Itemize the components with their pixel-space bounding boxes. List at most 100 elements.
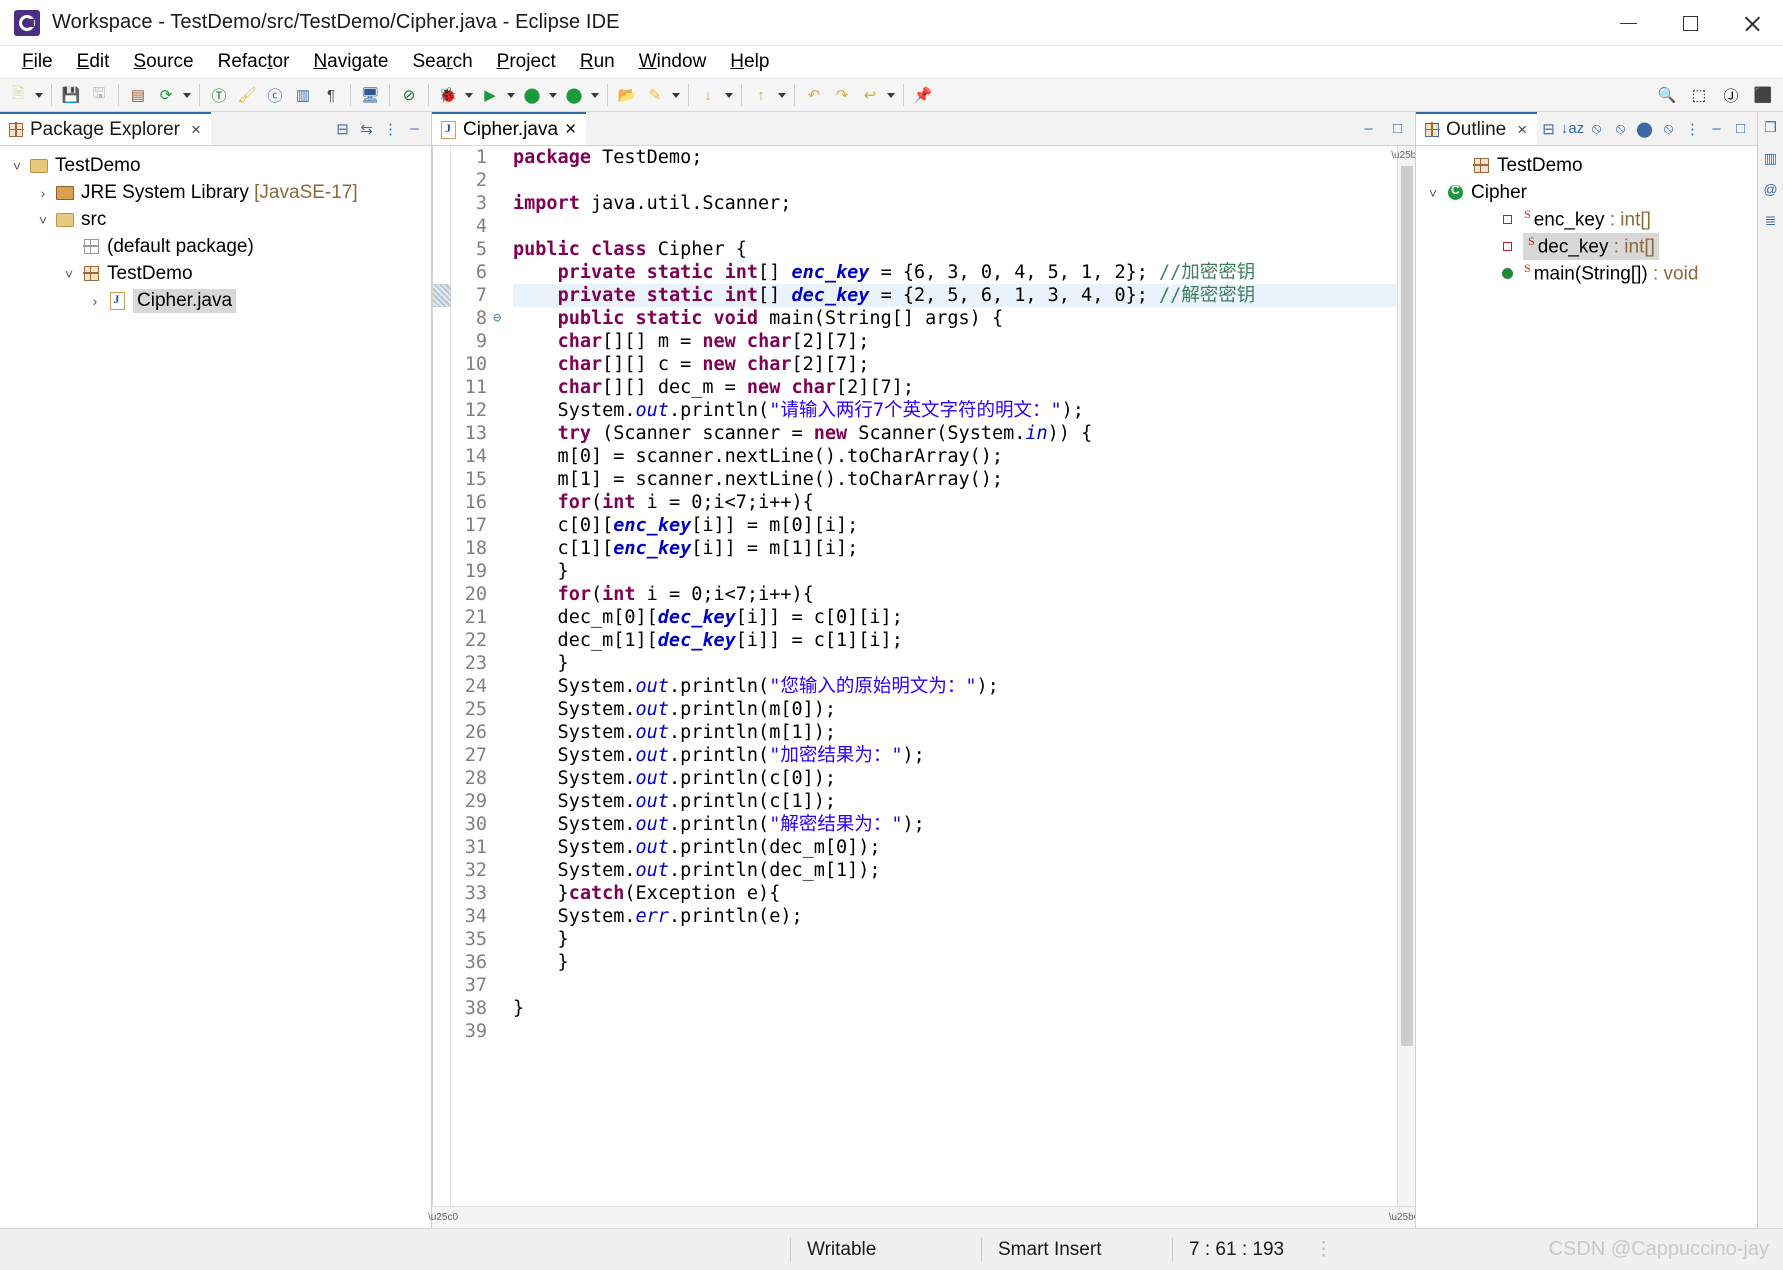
chevron-down-icon[interactable] xyxy=(775,82,789,108)
chevron-down-icon[interactable]: ˅ xyxy=(58,266,80,282)
menu-project[interactable]: Project xyxy=(485,49,568,75)
chevron-down-icon[interactable] xyxy=(588,82,602,108)
close-icon[interactable]: × xyxy=(565,119,576,141)
folding-column[interactable]: ⊖ xyxy=(493,146,509,1206)
menu-source[interactable]: Source xyxy=(121,49,205,75)
build-button[interactable]: ▤ xyxy=(125,82,151,108)
scroll-right-icon[interactable]: \u25b6 xyxy=(1393,1207,1415,1229)
open-console-button[interactable]: 🖥 xyxy=(357,82,383,108)
run-coverage-button[interactable]: ⬤ xyxy=(519,82,545,108)
package-explorer-tree[interactable]: ˅TestDemo›JRE System Library [JavaSE-17]… xyxy=(0,146,431,1228)
scroll-up-icon[interactable]: \u25b2 xyxy=(1398,146,1416,164)
tree-item-jre-system-library[interactable]: ›JRE System Library [JavaSE-17] xyxy=(0,179,431,206)
sort-icon[interactable]: ↓aᴢ xyxy=(1563,119,1582,138)
tab-package-explorer[interactable]: Package Explorer × xyxy=(0,112,211,145)
maximize-view-icon[interactable]: □ xyxy=(1731,119,1750,138)
refresh-button[interactable]: ⟳ xyxy=(153,82,179,108)
menu-window[interactable]: Window xyxy=(627,49,719,75)
minimize-view-icon[interactable]: – xyxy=(405,119,424,138)
skip-breakpoints-button[interactable]: ⊘ xyxy=(396,82,422,108)
hide-local-types-icon[interactable]: ⦸ xyxy=(1659,119,1678,138)
save-button[interactable]: 💾 xyxy=(58,82,84,108)
chevron-down-icon[interactable] xyxy=(669,82,683,108)
chevron-down-icon[interactable] xyxy=(180,82,194,108)
open-type-button[interactable]: Ⓣ xyxy=(206,82,232,108)
editor-body[interactable]: 1234567891011121314151617181920212223242… xyxy=(432,146,1415,1206)
chevron-down-icon[interactable]: ˅ xyxy=(1422,185,1444,201)
chevron-down-icon[interactable] xyxy=(462,82,476,108)
back-button[interactable]: ↶ xyxy=(801,82,827,108)
outline-tree[interactable]: TestDemo˅CipherSenc_key : int[]Sdec_key … xyxy=(1416,146,1757,1228)
close-icon[interactable]: × xyxy=(191,120,201,140)
tree-item-testdemo[interactable]: ˅TestDemo xyxy=(0,152,431,179)
edit-button[interactable]: ✎ xyxy=(642,82,668,108)
run-button[interactable]: ▶ xyxy=(477,82,503,108)
chevron-down-icon[interactable]: ˅ xyxy=(6,158,28,174)
open-perspective-button[interactable]: 📂 xyxy=(614,82,640,108)
outline-item-testdemo[interactable]: TestDemo xyxy=(1416,152,1757,179)
code-text[interactable]: package TestDemo; import java.util.Scann… xyxy=(509,146,1397,1206)
tree-item-cipher-java[interactable]: ›Cipher.java xyxy=(0,287,431,314)
view-menu-icon[interactable]: ⋮ xyxy=(381,119,400,138)
editor-horizontal-scrollbar[interactable]: \u25c0 \u25b6 xyxy=(432,1206,1415,1228)
declaration-icon[interactable]: ≣ xyxy=(1760,209,1782,231)
tree-item-default-package[interactable]: (default package) xyxy=(0,233,431,260)
hide-static-icon[interactable]: ⦸ xyxy=(1611,119,1630,138)
show-whitespace-button[interactable]: ¶ xyxy=(318,82,344,108)
next-annotation-button[interactable]: ↓ xyxy=(695,82,721,108)
chevron-down-icon[interactable] xyxy=(884,82,898,108)
pin-editor-button[interactable]: 📌 xyxy=(910,82,936,108)
save-all-button[interactable]: 🖫 xyxy=(86,82,112,108)
chevron-down-icon[interactable] xyxy=(32,82,46,108)
outline-item-enc-key[interactable]: Senc_key : int[] xyxy=(1416,206,1757,233)
new-java-package-button[interactable]: ▥ xyxy=(290,82,316,108)
chevron-right-icon[interactable]: › xyxy=(32,185,54,201)
chevron-down-icon[interactable] xyxy=(722,82,736,108)
menu-help[interactable]: Help xyxy=(718,49,781,75)
external-tools-button[interactable]: ⬤ xyxy=(561,82,587,108)
menu-search[interactable]: Search xyxy=(400,49,484,75)
close-icon[interactable]: × xyxy=(1517,120,1527,140)
marker-bar[interactable] xyxy=(433,146,451,1206)
quick-access-search-icon[interactable]: 🔍 xyxy=(1654,82,1680,108)
fold-toggle-icon[interactable]: ⊖ xyxy=(493,307,509,330)
minimize-view-icon[interactable]: – xyxy=(1707,119,1726,138)
minimize-button[interactable] xyxy=(1597,0,1659,46)
previous-annotation-button[interactable]: ↑ xyxy=(748,82,774,108)
java-perspective-icon[interactable]: Ⓙ xyxy=(1718,82,1744,108)
debug-button[interactable]: 🐞 xyxy=(435,82,461,108)
tab-outline[interactable]: Outline × xyxy=(1416,112,1537,145)
javadoc-icon[interactable]: @ xyxy=(1760,178,1782,200)
minimize-editor-icon[interactable]: – xyxy=(1359,119,1378,138)
toggle-mark-occurrences-button[interactable]: 🖌 xyxy=(234,82,260,108)
scroll-thumb[interactable] xyxy=(1401,166,1413,1046)
collapse-all-icon[interactable]: ⊟ xyxy=(333,119,352,138)
editor-vertical-scrollbar[interactable]: \u25b2 xyxy=(1397,146,1415,1206)
link-with-editor-icon[interactable]: ⇆ xyxy=(357,119,376,138)
restore-icon[interactable]: ❐ xyxy=(1760,116,1782,138)
outline-item-dec-key[interactable]: Sdec_key : int[] xyxy=(1416,233,1757,260)
last-edit-location-button[interactable]: ↩ xyxy=(857,82,883,108)
chevron-down-icon[interactable] xyxy=(504,82,518,108)
tab-cipher-java[interactable]: Cipher.java × xyxy=(432,112,586,145)
collapse-all-icon[interactable]: ⊟ xyxy=(1539,119,1558,138)
chevron-down-icon[interactable]: ˅ xyxy=(32,212,54,228)
chevron-right-icon[interactable]: › xyxy=(84,293,106,309)
close-button[interactable] xyxy=(1721,0,1783,46)
open-perspective-icon[interactable]: ⬚ xyxy=(1686,82,1712,108)
chevron-down-icon[interactable] xyxy=(546,82,560,108)
forward-button[interactable]: ↷ xyxy=(829,82,855,108)
menu-edit[interactable]: Edit xyxy=(65,49,122,75)
menu-run[interactable]: Run xyxy=(568,49,627,75)
tree-item-src[interactable]: ˅src xyxy=(0,206,431,233)
outline-item-main-string[interactable]: Smain(String[]) : void xyxy=(1416,260,1757,287)
maximize-button[interactable] xyxy=(1659,0,1721,46)
new-wizard-button[interactable]: 🗎 xyxy=(5,82,31,108)
new-java-class-button[interactable]: ⓒ xyxy=(262,82,288,108)
scroll-left-icon[interactable]: \u25c0 xyxy=(432,1207,454,1229)
debug-perspective-icon[interactable]: ⬛ xyxy=(1750,82,1776,108)
view-menu-icon[interactable]: ⋮ xyxy=(1683,119,1702,138)
hide-non-public-icon[interactable]: ⬤ xyxy=(1635,119,1654,138)
outline-item-cipher[interactable]: ˅Cipher xyxy=(1416,179,1757,206)
tree-item-testdemo[interactable]: ˅TestDemo xyxy=(0,260,431,287)
